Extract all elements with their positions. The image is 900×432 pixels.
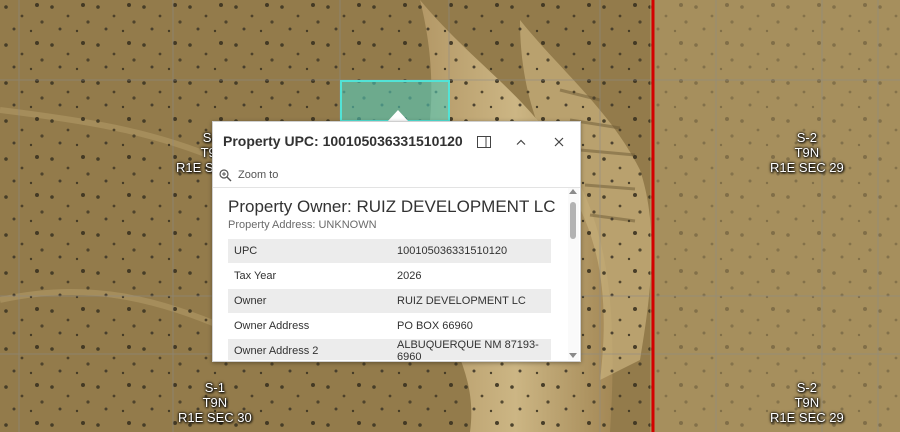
popup-scrollbar[interactable] <box>568 188 579 360</box>
table-row: Owner RUIZ DEVELOPMENT LC <box>228 288 551 314</box>
attribute-table: UPC 100105036331510120 Tax Year 2026 Own… <box>228 239 551 360</box>
attribute-value: ALBUQUERQUE NM 87193-6960 <box>391 338 551 360</box>
section-label-s2-bottom: S-2 T9N R1E SEC 29 <box>770 380 844 425</box>
attribute-value: PO BOX 66960 <box>391 313 551 339</box>
dock-button[interactable] <box>472 130 496 154</box>
popup-title: Property UPC: 100105036331510120 <box>223 133 463 149</box>
chevron-up-icon <box>516 139 526 145</box>
zoom-to-button[interactable]: Zoom to <box>219 166 278 184</box>
zoom-to-label: Zoom to <box>238 169 279 181</box>
attribute-key: Owner Address 2 <box>228 338 391 360</box>
scrollbar-thumb[interactable] <box>570 202 576 239</box>
owner-heading: Property Owner: RUIZ DEVELOPMENT LC <box>228 197 556 216</box>
close-button[interactable] <box>547 130 571 154</box>
close-icon <box>554 137 564 147</box>
attribute-value: 2026 <box>391 263 551 289</box>
attribute-key: Owner Address <box>228 313 391 339</box>
table-row: UPC 100105036331510120 <box>228 239 551 264</box>
dock-icon <box>477 136 491 148</box>
popup-actions: Zoom to <box>213 162 580 188</box>
attribute-key: Tax Year <box>228 263 391 289</box>
table-row: Owner Address PO BOX 66960 <box>228 313 551 339</box>
property-popup: Property UPC: 100105036331510120 Zoom to… <box>212 121 581 362</box>
table-row: Owner Address 2 ALBUQUERQUE NM 87193-696… <box>228 338 551 360</box>
popup-content: Property Owner: RUIZ DEVELOPMENT LC Prop… <box>213 188 569 360</box>
zoom-in-icon <box>219 168 232 181</box>
property-address: Property Address: UNKNOWN <box>228 219 377 231</box>
scroll-down-arrow-icon[interactable] <box>569 353 577 358</box>
attribute-value: RUIZ DEVELOPMENT LC <box>391 288 551 314</box>
collapse-button[interactable] <box>509 130 533 154</box>
attribute-value: 100105036331510120 <box>391 239 551 264</box>
section-label-s1-bottom: S-1 T9N R1E SEC 30 <box>178 380 252 425</box>
popup-header: Property UPC: 100105036331510120 <box>213 122 580 162</box>
scroll-up-arrow-icon[interactable] <box>569 189 577 194</box>
section-label-s2-top: S-2 T9N R1E SEC 29 <box>770 130 844 175</box>
table-row: Tax Year 2026 <box>228 263 551 289</box>
attribute-key: Owner <box>228 288 391 314</box>
attribute-key: UPC <box>228 239 391 264</box>
